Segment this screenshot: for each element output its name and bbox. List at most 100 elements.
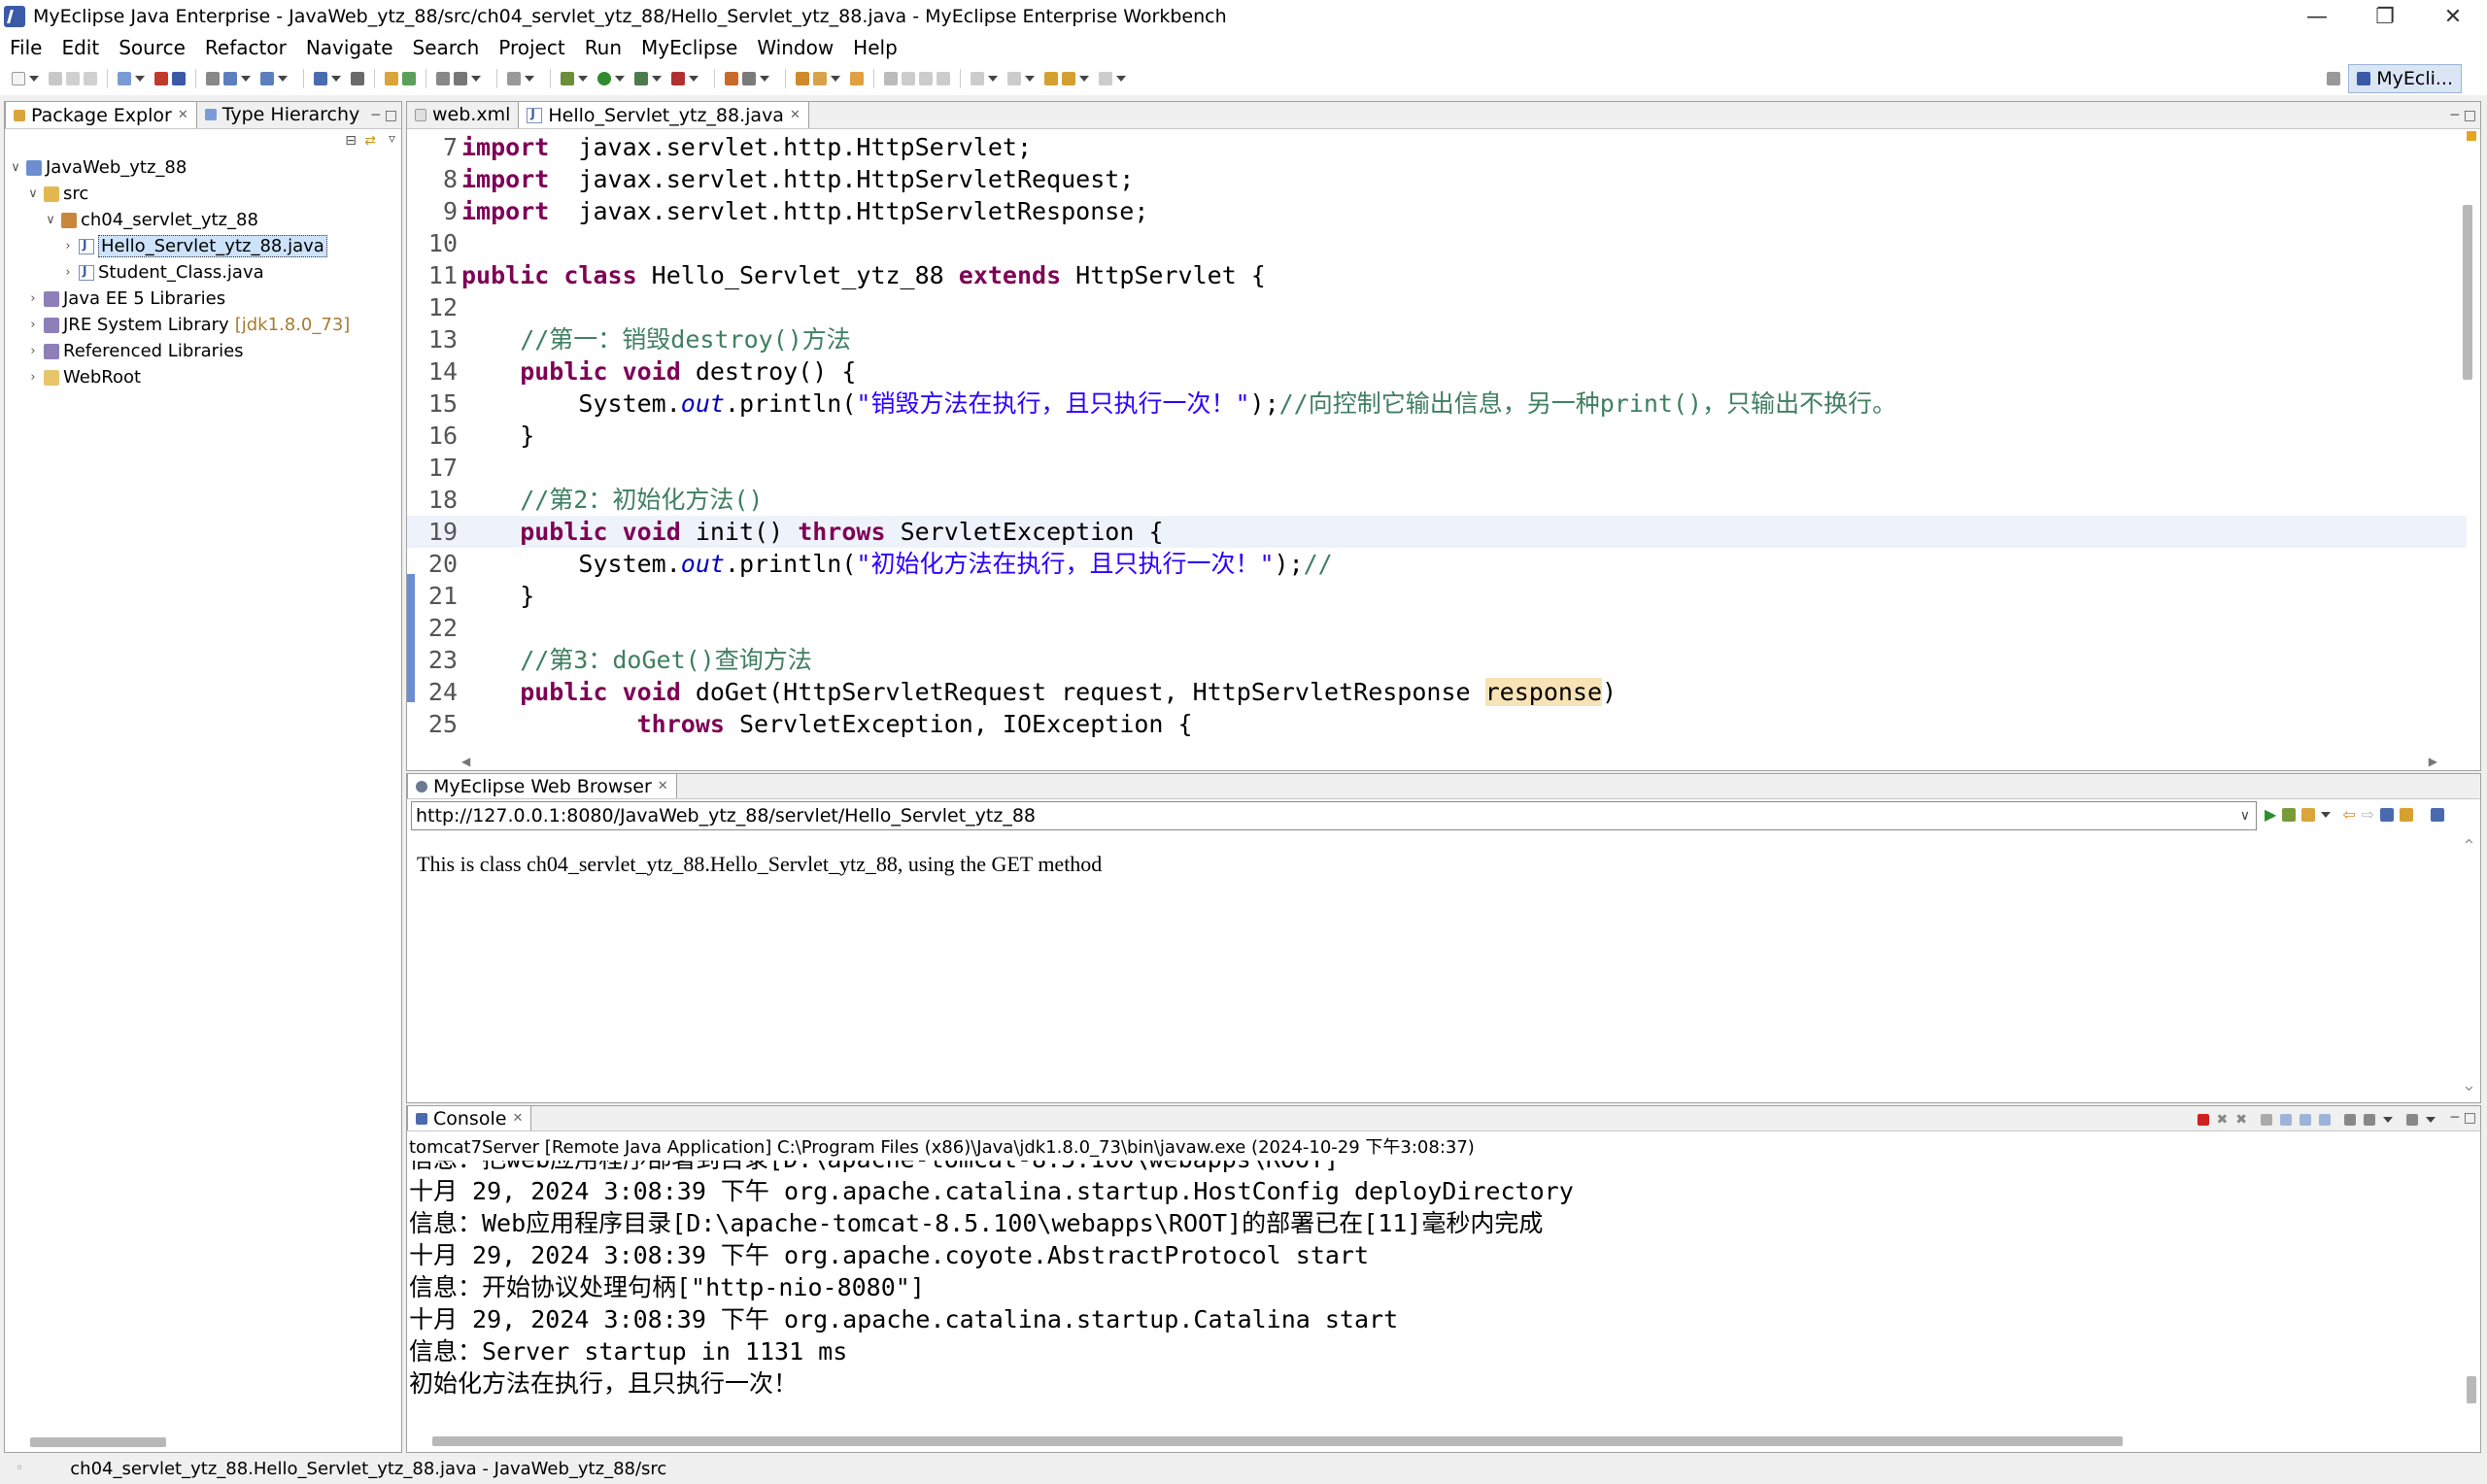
view-menu-icon[interactable]: ▿ xyxy=(389,131,395,147)
pin-console-icon[interactable] xyxy=(2344,1114,2356,1126)
perspective-myeclipse-button[interactable]: MyEcli... xyxy=(2348,64,2462,93)
server-icon[interactable] xyxy=(172,72,186,85)
console-horizontal-scrollbar[interactable] xyxy=(432,1436,2123,1446)
menu-edit[interactable]: Edit xyxy=(61,36,99,59)
tree-item[interactable]: ∨ src xyxy=(5,181,401,207)
go-icon[interactable]: ▶ xyxy=(2265,805,2276,824)
run-server-icon[interactable] xyxy=(314,72,327,85)
settings-icon[interactable] xyxy=(742,72,756,85)
open-type-icon[interactable] xyxy=(223,72,237,85)
debug-browser-icon[interactable] xyxy=(2282,807,2297,822)
remove-launch-icon[interactable]: ✖ xyxy=(2217,1112,2229,1128)
console-dropdown-icon[interactable] xyxy=(525,76,534,82)
code-line[interactable]: 19 public void init() throws ServletExce… xyxy=(407,516,2467,548)
forward-dropdown-icon[interactable] xyxy=(1116,76,1126,82)
tab-web-browser[interactable]: MyEclipse Web Browser ✕ xyxy=(407,773,677,798)
menu-search[interactable]: Search xyxy=(413,36,480,59)
toggle-mark-icon[interactable] xyxy=(206,72,220,85)
tree-horizontal-scrollbar[interactable] xyxy=(30,1437,166,1447)
forward-arrow-icon[interactable]: ⇨ xyxy=(2362,805,2374,824)
editor-vertical-scrollbar[interactable] xyxy=(2463,205,2472,380)
tree-item[interactable]: › JRE System Library [jdk1.8.0_73] xyxy=(5,312,401,338)
new-icon[interactable] xyxy=(12,72,25,85)
open-task-icon[interactable] xyxy=(796,72,809,85)
maximize-button[interactable]: ❐ xyxy=(2351,0,2419,33)
debug-icon[interactable] xyxy=(561,72,574,85)
refresh-icon[interactable] xyxy=(402,72,416,85)
next-annotation-dropdown-icon[interactable] xyxy=(988,76,998,82)
minimize-editor-icon[interactable]: ─ xyxy=(2451,108,2459,123)
chevron-down-icon[interactable]: ∨ xyxy=(9,160,22,175)
show-whitespace-icon[interactable] xyxy=(937,72,950,85)
close-tab-icon[interactable]: ✕ xyxy=(178,108,188,122)
monitor-icon[interactable] xyxy=(454,72,467,85)
code-line[interactable]: 16 } xyxy=(407,420,2467,452)
close-tab-icon[interactable]: ✕ xyxy=(790,108,801,122)
back-arrow-icon[interactable]: ⇦ xyxy=(2342,805,2355,824)
pen-icon[interactable] xyxy=(813,72,827,85)
tree-item[interactable]: › Referenced Libraries xyxy=(5,338,401,364)
web-tools-icon[interactable] xyxy=(2301,807,2316,822)
code-line[interactable]: 24 public void doGet(HttpServletRequest … xyxy=(407,676,2467,708)
annotation-icon[interactable] xyxy=(884,72,898,85)
chevron-down-icon[interactable]: ∨ xyxy=(2240,808,2250,824)
forward-icon[interactable] xyxy=(1099,72,1112,85)
web-tools-dropdown-icon[interactable] xyxy=(2321,811,2332,818)
menu-navigate[interactable]: Navigate xyxy=(306,36,393,59)
reload-icon[interactable] xyxy=(2400,807,2414,822)
remove-all-icon[interactable]: ✖ xyxy=(2235,1112,2247,1128)
code-line[interactable]: 7 import javax.servlet.http.HttpServlet; xyxy=(407,131,2467,163)
open-resource-icon[interactable] xyxy=(260,72,274,85)
open-folder-icon[interactable] xyxy=(385,72,398,85)
console-output[interactable]: 信息：把web应用程序部署到目录[D:\apache-tomcat-8.5.10… xyxy=(409,1161,2449,1442)
chevron-right-icon[interactable]: › xyxy=(26,344,40,358)
display-console-icon[interactable] xyxy=(2364,1114,2375,1126)
chevron-right-icon[interactable]: › xyxy=(26,370,40,385)
web-browser-icon[interactable] xyxy=(436,72,450,85)
menu-project[interactable]: Project xyxy=(498,36,564,59)
highlight-icon[interactable] xyxy=(902,72,915,85)
code-line[interactable]: 12 xyxy=(407,291,2467,323)
print-icon[interactable] xyxy=(84,72,97,85)
menu-refactor[interactable]: Refactor xyxy=(205,36,287,59)
scroll-right-icon[interactable]: ▶ xyxy=(2429,755,2437,768)
open-resource-dropdown-icon[interactable] xyxy=(278,76,288,82)
debug-dropdown-icon[interactable] xyxy=(578,76,588,82)
external-tools-dropdown-icon[interactable] xyxy=(689,76,698,82)
maximize-view-icon[interactable]: □ xyxy=(385,108,397,123)
chevron-down-icon[interactable]: ∨ xyxy=(44,213,57,227)
scroll-up-icon[interactable]: ⌃ xyxy=(2462,836,2476,857)
tab-console[interactable]: Console ✕ xyxy=(407,1105,532,1130)
maximize-editor-icon[interactable]: □ xyxy=(2464,108,2476,123)
maximize-console-icon[interactable]: □ xyxy=(2464,1110,2476,1126)
show-on-stderr-icon[interactable] xyxy=(2319,1114,2331,1126)
tree-item[interactable]: ∨ JavaWeb_ytz_88 xyxy=(5,154,401,181)
monitor-dropdown-icon[interactable] xyxy=(471,76,481,82)
open-type-dropdown-icon[interactable] xyxy=(241,76,251,82)
chevron-right-icon[interactable]: › xyxy=(26,291,40,306)
menu-source[interactable]: Source xyxy=(119,36,186,59)
tree-item[interactable]: › Hello_Servlet_ytz_88.java xyxy=(5,233,401,259)
menu-file[interactable]: File xyxy=(10,36,42,59)
browser-settings-icon[interactable] xyxy=(2431,807,2445,822)
save-icon[interactable] xyxy=(49,72,62,85)
chevron-right-icon[interactable]: › xyxy=(26,318,40,332)
show-on-stdout-icon[interactable] xyxy=(2300,1114,2311,1126)
tab-hello-servlet[interactable]: Hello_Servlet_ytz_88.java ✕ xyxy=(518,101,809,128)
code-line[interactable]: 25 throws ServletException, IOException … xyxy=(407,708,2467,740)
profile-dropdown-icon[interactable] xyxy=(652,76,662,82)
tree-item[interactable]: ∨ ch04_servlet_ytz_88 xyxy=(5,207,401,233)
code-line[interactable]: 11 public class Hello_Servlet_ytz_88 exte… xyxy=(407,259,2467,291)
tree-item[interactable]: › WebRoot xyxy=(5,364,401,390)
menu-help[interactable]: Help xyxy=(853,36,898,59)
collapse-all-icon[interactable]: ⊟ xyxy=(345,133,357,149)
minimize-console-icon[interactable]: ─ xyxy=(2451,1110,2459,1126)
console-icon[interactable] xyxy=(507,72,521,85)
warning-overview-icon[interactable] xyxy=(2467,131,2476,141)
menu-window[interactable]: Window xyxy=(757,36,834,59)
deploy-icon[interactable] xyxy=(154,72,168,85)
settings-dropdown-icon[interactable] xyxy=(760,76,769,82)
run-server-dropdown-icon[interactable] xyxy=(331,76,341,82)
back-icon[interactable] xyxy=(1062,72,1075,85)
close-tab-icon[interactable]: ✕ xyxy=(512,1111,523,1126)
